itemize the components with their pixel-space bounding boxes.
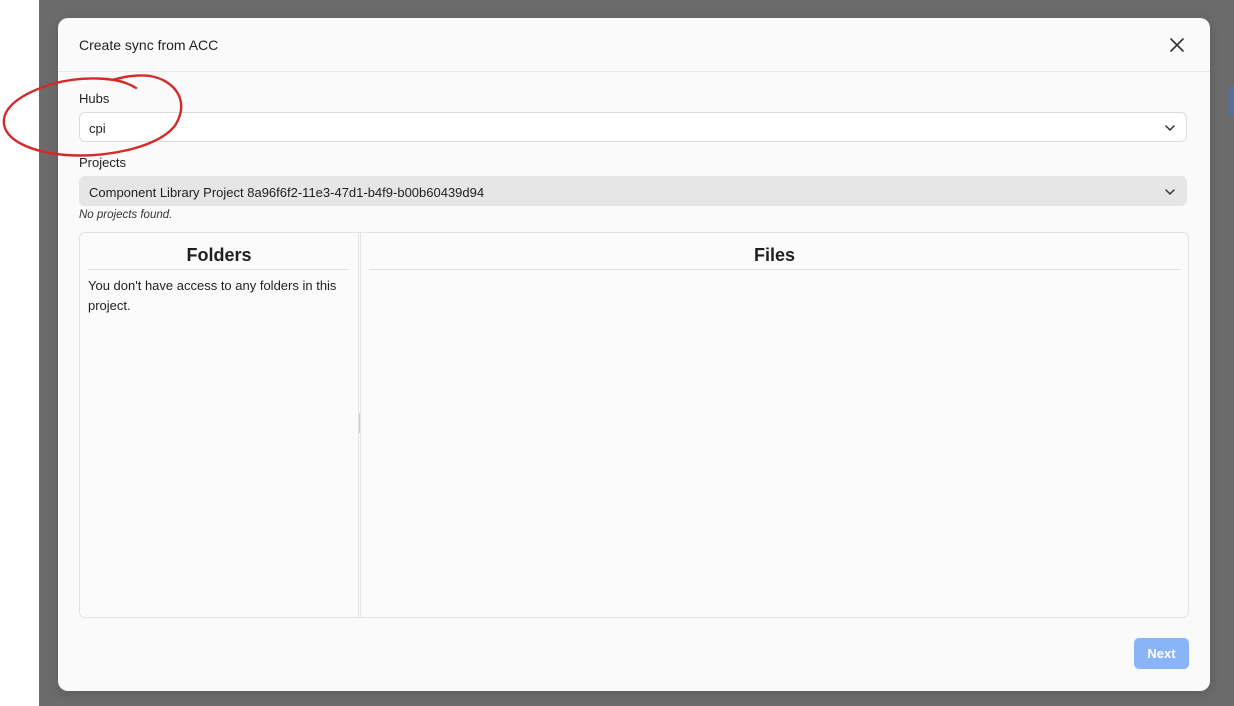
folders-divider xyxy=(88,269,348,270)
folders-title: Folders xyxy=(186,245,252,265)
hubs-select[interactable]: cpi xyxy=(79,112,1187,142)
close-icon xyxy=(1170,38,1184,52)
projects-select[interactable]: Component Library Project 8a96f6f2-11e3-… xyxy=(79,176,1187,206)
next-button[interactable]: Next xyxy=(1134,638,1189,669)
hubs-selected-value: cpi xyxy=(89,121,106,136)
close-button[interactable] xyxy=(1164,32,1190,58)
files-divider xyxy=(369,269,1180,270)
page-left-margin xyxy=(0,0,39,706)
folder-file-browser: Folders You don't have access to any fol… xyxy=(79,232,1189,618)
files-pane: Files xyxy=(361,233,1188,617)
chevron-down-icon xyxy=(1165,189,1175,195)
projects-selected-value: Component Library Project 8a96f6f2-11e3-… xyxy=(89,185,485,200)
folders-pane: Folders You don't have access to any fol… xyxy=(80,233,358,617)
dialog-title: Create sync from ACC xyxy=(79,37,219,53)
hubs-label: Hubs xyxy=(79,91,110,106)
background-button xyxy=(1228,86,1234,116)
chevron-down-icon xyxy=(1165,125,1175,131)
dialog-header: Create sync from ACC xyxy=(58,18,1210,72)
folders-empty-message: You don't have access to any folders in … xyxy=(88,278,337,313)
files-title: Files xyxy=(753,245,796,265)
projects-empty-hint: No projects found. xyxy=(79,209,173,221)
create-sync-dialog: Create sync from ACC Hubs cpi Projects C… xyxy=(58,18,1210,691)
projects-label: Projects xyxy=(79,155,126,170)
resize-grip xyxy=(359,413,360,433)
